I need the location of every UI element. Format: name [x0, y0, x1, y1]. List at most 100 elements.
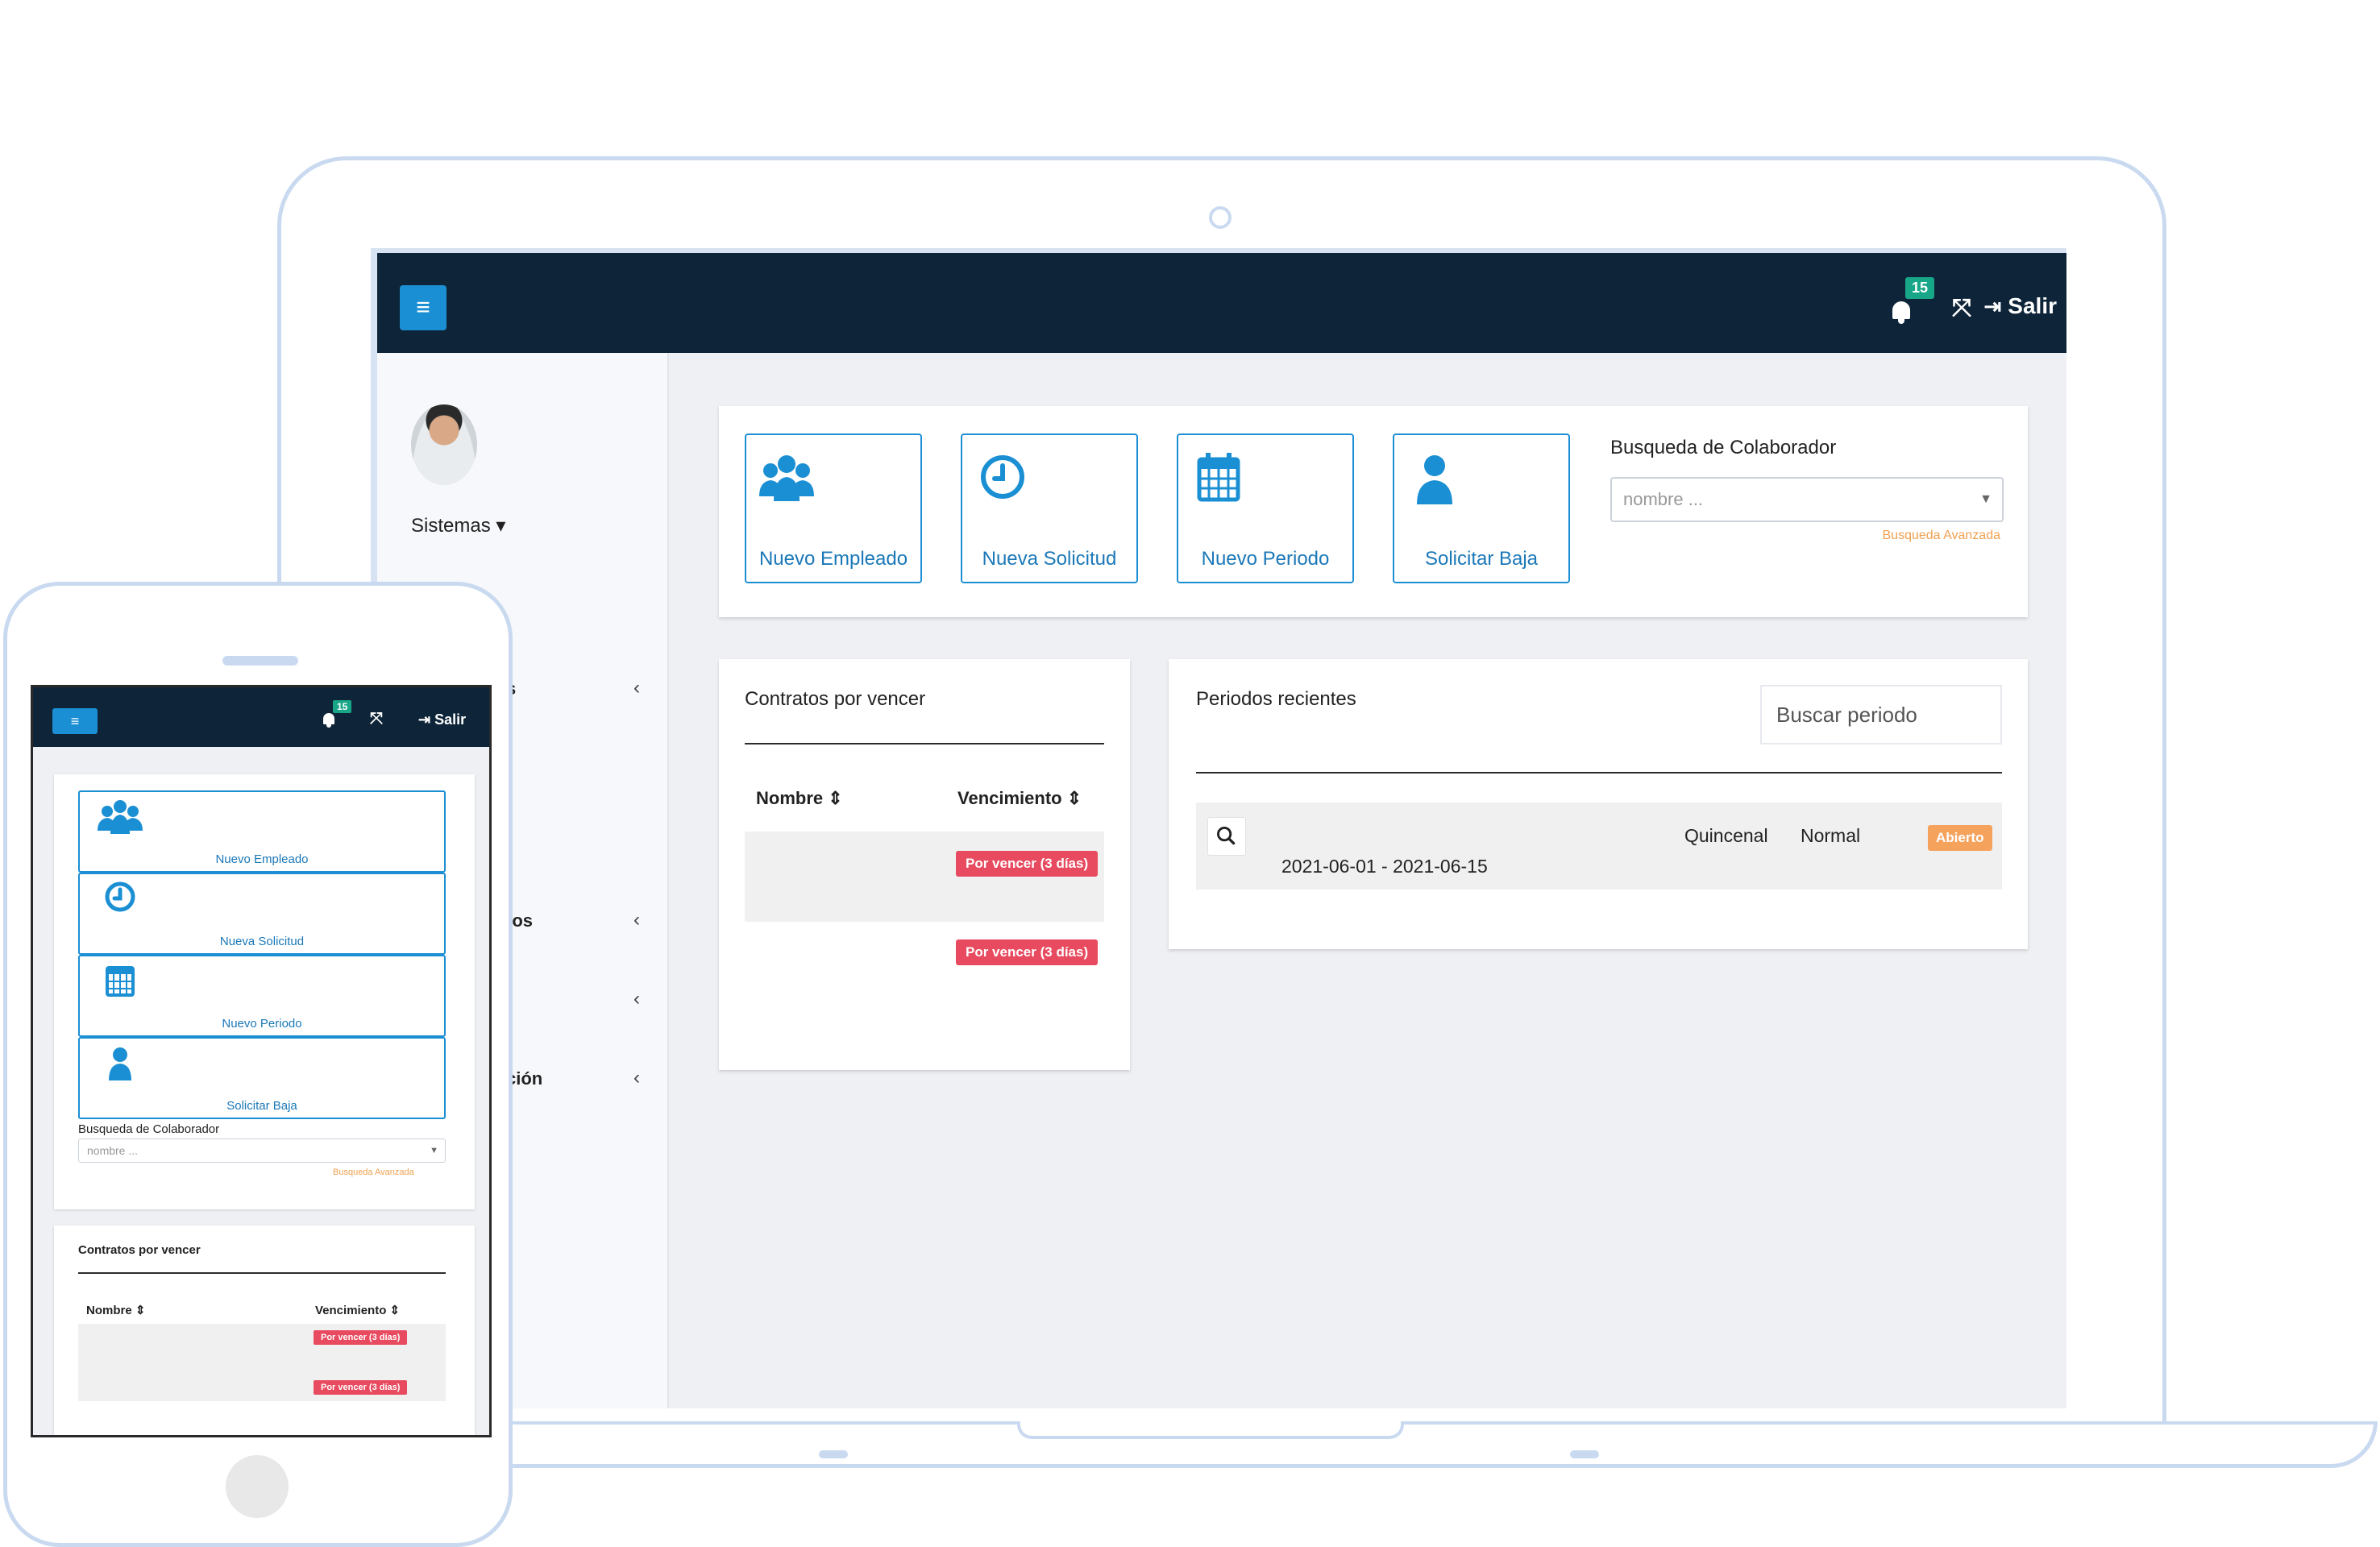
status-badge: Por vencer (3 días): [314, 1330, 408, 1345]
calendar-icon: [1197, 453, 1240, 502]
divider: [1196, 772, 2002, 774]
user-icon: [109, 1047, 131, 1080]
bell-icon[interactable]: [1889, 297, 1913, 326]
fullscreen-icon[interactable]: ⤧: [370, 710, 383, 728]
users-icon: [98, 800, 143, 834]
caret-down-icon: ▾: [496, 515, 506, 537]
column-header-name[interactable]: Nombre ⇕: [86, 1303, 145, 1317]
column-name-label: Nombre: [756, 788, 824, 808]
logout-label: Salir: [434, 711, 467, 728]
chevron-left-icon[interactable]: ‹: [633, 988, 640, 1010]
column-header-expiry[interactable]: Vencimiento ⇕: [315, 1303, 400, 1317]
clock-icon: [105, 881, 135, 912]
new-period-button[interactable]: Nuevo Periodo: [1177, 433, 1354, 583]
new-employee-label: Nuevo Empleado: [215, 852, 309, 866]
column-expiry-label: Vencimiento: [957, 788, 1062, 808]
quick-actions-card: Nuevo Empleado Nueva Solicitud Nuevo Per…: [54, 774, 475, 1209]
new-employee-label: Nuevo Empleado: [758, 548, 908, 570]
view-period-button[interactable]: [1207, 817, 1246, 856]
employee-search-placeholder: nombre ...: [1623, 489, 1704, 509]
employee-search-placeholder: nombre ...: [87, 1144, 139, 1157]
sort-icon: ⇕: [1066, 788, 1082, 808]
status-badge: Por vencer (3 días): [956, 939, 1099, 965]
periods-title: Periodos recientes: [1196, 688, 1356, 710]
advanced-search-link[interactable]: Busqueda Avanzada: [333, 1168, 414, 1177]
calendar-icon: [106, 966, 135, 997]
laptop-camera: [1209, 206, 1232, 229]
new-period-label: Nuevo Periodo: [1201, 548, 1330, 570]
sign-out-icon: ⇥: [1983, 294, 2002, 318]
contracts-card: Contratos por vencer Nombre ⇕ Vencimient…: [54, 1226, 475, 1435]
top-navbar: ≡ 15 ⤧ ⇥ Salir: [377, 253, 2066, 353]
logout-button[interactable]: ⇥ Salir: [1984, 293, 2058, 319]
sort-icon: ⇕: [389, 1304, 401, 1317]
caret-down-icon: ▼: [1979, 492, 1992, 506]
sort-icon: ⇕: [135, 1304, 146, 1317]
status-badge: Por vencer (3 días): [956, 851, 1099, 877]
request-termination-label: Solicitar Baja: [1424, 548, 1539, 570]
periods-card: Periodos recientes Buscar periodo 2021-0…: [1169, 659, 2028, 949]
chevron-left-icon[interactable]: ‹: [633, 909, 640, 931]
employee-search-label: Busqueda de Colaborador: [78, 1122, 220, 1136]
sidebar-toggle-button[interactable]: ≡: [400, 285, 447, 330]
request-termination-button[interactable]: Solicitar Baja: [78, 1037, 446, 1119]
new-request-button[interactable]: Nueva Solicitud: [961, 433, 1138, 583]
employee-search-select[interactable]: nombre ... ▼: [78, 1138, 446, 1163]
phone-screen: ≡ 15 ⤧ ⇥ Salir Nuevo Empleado Nueva Soli…: [31, 685, 492, 1437]
column-header-expiry[interactable]: Vencimiento ⇕: [957, 788, 1082, 809]
employee-search-label: Busqueda de Colaborador: [1610, 437, 1837, 458]
phone-home-button: [226, 1455, 289, 1518]
chevron-left-icon[interactable]: ‹: [633, 677, 640, 699]
logout-label: Salir: [2008, 293, 2057, 318]
phone-speaker: [222, 656, 298, 666]
sort-icon: ⇕: [828, 788, 843, 808]
laptop-notch: [1017, 1421, 1404, 1439]
advanced-search-link[interactable]: Busqueda Avanzada: [1883, 529, 2001, 543]
laptop-screen: ≡ 15 ⤧ ⇥Salir Sistemas ▾ s ‹ tos ‹ ‹ ció…: [371, 248, 2066, 1408]
laptop-foot: [1570, 1450, 1599, 1458]
user-menu-dropdown[interactable]: Sistemas ▾: [411, 514, 505, 537]
bell-icon[interactable]: [322, 711, 336, 729]
request-termination-label: Solicitar Baja: [226, 1099, 297, 1113]
search-icon: [1217, 827, 1236, 845]
status-badge: Abierto: [1928, 825, 1992, 851]
user-menu-label: Sistemas: [411, 515, 491, 537]
fullscreen-icon[interactable]: ⤧: [1952, 295, 1971, 322]
caret-down-icon: ▼: [430, 1146, 438, 1155]
new-employee-button[interactable]: Nuevo Empleado: [745, 433, 922, 583]
period-frequency: Quincenal: [1684, 825, 1768, 846]
notification-badge: 15: [1904, 277, 1934, 299]
chevron-left-icon[interactable]: ‹: [633, 1067, 640, 1089]
column-expiry-label: Vencimiento: [315, 1304, 387, 1317]
column-name-label: Nombre: [86, 1304, 132, 1317]
notification-badge: 15: [333, 700, 352, 713]
logout-button[interactable]: ⇥ Salir: [418, 711, 466, 728]
table-row[interactable]: [745, 832, 1104, 922]
laptop-foot: [819, 1450, 848, 1458]
new-request-label: Nueva Solicitud: [219, 935, 305, 948]
divider: [745, 743, 1104, 744]
period-search-input[interactable]: Buscar periodo: [1760, 685, 2002, 744]
avatar[interactable]: [411, 404, 477, 485]
employee-search-select[interactable]: nombre ... ▼: [1610, 477, 2004, 522]
top-navbar: ≡ 15 ⤧ ⇥ Salir: [33, 687, 489, 747]
new-period-label: Nuevo Periodo: [222, 1017, 302, 1031]
divider: [78, 1272, 446, 1274]
clock-icon: [981, 455, 1024, 499]
request-termination-button[interactable]: Solicitar Baja: [1393, 433, 1570, 583]
new-employee-button[interactable]: Nuevo Empleado: [78, 790, 446, 873]
new-request-label: Nueva Solicitud: [982, 548, 1117, 570]
sign-out-icon: ⇥: [418, 711, 431, 728]
laptop-base: [451, 1421, 2378, 1468]
hamburger-icon: ≡: [416, 294, 430, 321]
sidebar-toggle-button[interactable]: ≡: [52, 708, 98, 734]
users-icon: [759, 455, 814, 501]
contracts-title: Contratos por vencer: [745, 688, 926, 710]
period-type: Normal: [1801, 825, 1861, 846]
new-request-button[interactable]: Nueva Solicitud: [78, 873, 446, 955]
user-icon: [1417, 455, 1452, 504]
quick-actions-card: Nuevo Empleado Nueva Solicitud Nuevo Per…: [719, 406, 2028, 617]
column-header-name[interactable]: Nombre ⇕: [756, 788, 843, 809]
contracts-title: Contratos por vencer: [78, 1243, 201, 1257]
new-period-button[interactable]: Nuevo Periodo: [78, 955, 446, 1037]
